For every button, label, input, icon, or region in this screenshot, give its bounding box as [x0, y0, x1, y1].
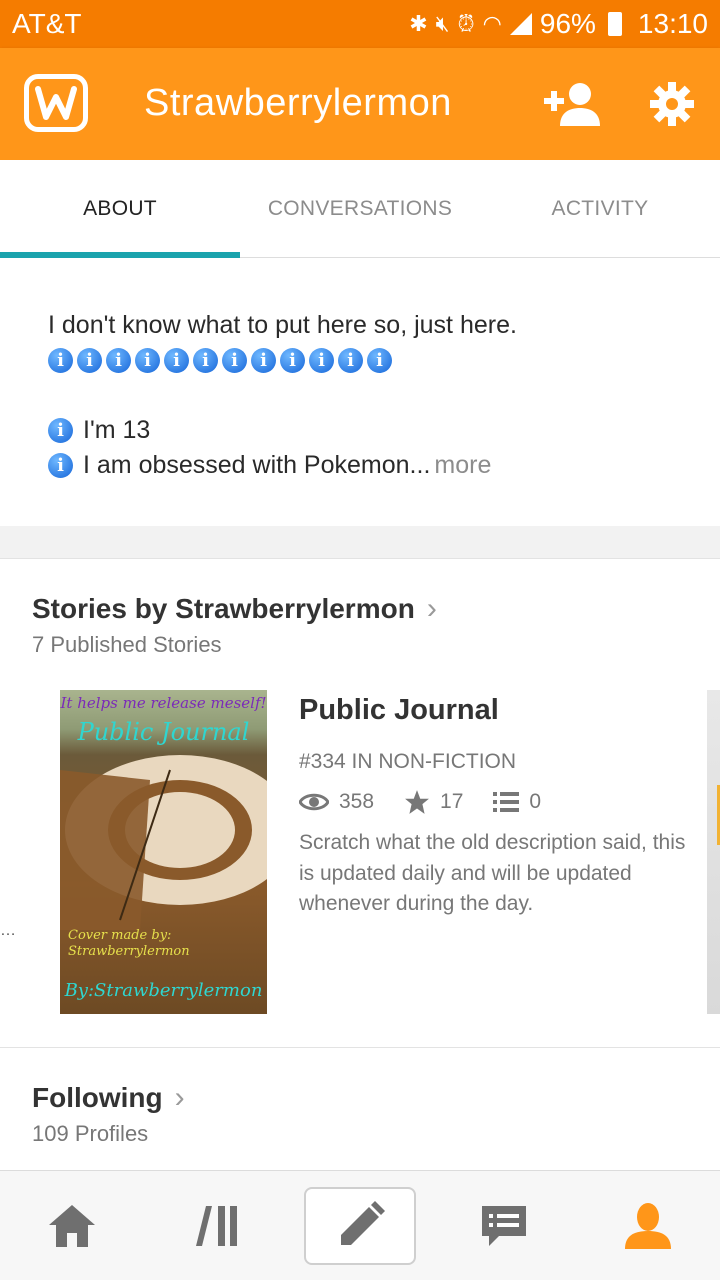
cover-tagline: It helps me release meself! — [60, 694, 267, 712]
tab-conversations[interactable]: CONVERSATIONS — [240, 160, 480, 258]
story-rank: #334 IN NON-FICTION — [299, 750, 517, 773]
nav-library[interactable] — [162, 1171, 272, 1280]
carrier-label: AT&T — [12, 8, 82, 39]
info-icon: i — [280, 348, 305, 373]
info-icon: i — [367, 348, 392, 373]
profile-tabs: ABOUT CONVERSATIONS ACTIVITY — [0, 160, 720, 258]
nav-messages[interactable] — [449, 1171, 559, 1280]
reads-count: 358 — [339, 790, 375, 813]
star-icon — [404, 789, 430, 815]
next-story-card[interactable] — [707, 690, 720, 1014]
tab-about[interactable]: ABOUT — [0, 160, 240, 258]
more-link[interactable]: more — [434, 448, 491, 483]
info-icon: i — [222, 348, 247, 373]
battery-icon — [607, 12, 622, 36]
gear-icon[interactable] — [650, 82, 694, 126]
app-bar: Strawberrylermon — [0, 48, 720, 160]
section-separator — [0, 526, 720, 559]
following-title: Following — [32, 1082, 163, 1113]
info-icon: i — [251, 348, 276, 373]
messages-icon — [482, 1206, 526, 1246]
pokeball-art-icon — [60, 755, 267, 930]
story-title[interactable]: Public Journal — [299, 694, 499, 727]
nav-home[interactable] — [17, 1171, 127, 1280]
wattpad-logo-icon[interactable] — [24, 74, 88, 132]
bluetooth-icon: ✱ — [409, 11, 428, 36]
info-icon: i — [48, 348, 73, 373]
stories-title: Stories by Strawberrylermon — [32, 593, 415, 624]
cover-author: By:Strawberrylermon — [64, 980, 263, 1001]
info-icon: i — [48, 418, 73, 443]
chevron-right-icon: › — [426, 592, 437, 625]
signal-icon — [509, 13, 532, 35]
cover-title: Public Journal — [77, 718, 250, 746]
info-emoji-row: i i i i i i i i i i i i — [48, 343, 672, 378]
votes-count: 17 — [440, 790, 464, 813]
mute-icon: 🔇︎ — [435, 11, 450, 36]
nav-profile[interactable] — [593, 1171, 703, 1280]
stories-header[interactable]: Stories by Strawberrylermon › — [32, 592, 437, 626]
status-bar: AT&T ✱ 🔇︎ ⏰︎ ◠ 96% 13:10 — [0, 0, 720, 48]
about-item-text: I am obsessed with Pokemon... — [83, 451, 431, 479]
profile-icon — [625, 1203, 671, 1249]
library-icon — [196, 1206, 237, 1246]
info-icon: i — [338, 348, 363, 373]
following-header[interactable]: Following › — [32, 1081, 185, 1115]
parts-count: 0 — [529, 790, 542, 813]
nav-write[interactable] — [304, 1187, 416, 1265]
cover-made-by: Cover made by: Strawberrylermon — [68, 928, 190, 959]
home-icon — [49, 1205, 95, 1247]
tab-activity[interactable]: ACTIVITY — [480, 160, 720, 258]
list-icon — [493, 791, 520, 813]
info-icon: i — [77, 348, 102, 373]
alarm-icon: ⏰︎ — [457, 11, 475, 36]
following-count: 109 Profiles — [32, 1121, 149, 1146]
about-section: I don't know what to put here so, just h… — [0, 258, 720, 526]
divider — [0, 1047, 720, 1048]
story-description: Scratch what the old description said, t… — [299, 831, 686, 915]
bottom-navigation — [0, 1170, 720, 1280]
write-icon — [341, 1201, 385, 1245]
wifi-icon: ◠ — [482, 11, 502, 36]
info-icon: i — [135, 348, 160, 373]
clock: 13:10 — [637, 8, 708, 39]
about-description: I don't know what to put here so, just h… — [48, 311, 517, 339]
stories-count: 7 Published Stories — [32, 632, 222, 657]
previous-card-hint: … — [0, 922, 16, 939]
eye-icon — [299, 792, 329, 812]
profile-username: Strawberrylermon — [144, 82, 452, 124]
battery-percent: 96% — [539, 8, 596, 39]
story-cover[interactable]: It helps me release meself! Public Journ… — [60, 690, 267, 1014]
add-person-icon[interactable] — [544, 82, 602, 126]
about-item-text: I'm 13 — [83, 416, 151, 444]
status-icons: ✱ 🔇︎ ⏰︎ ◠ 96% 13:10 — [409, 8, 708, 40]
info-icon: i — [106, 348, 131, 373]
info-icon: i — [48, 453, 73, 478]
info-icon: i — [309, 348, 334, 373]
info-icon: i — [193, 348, 218, 373]
story-stats: 358 17 0 — [299, 786, 571, 818]
info-icon: i — [164, 348, 189, 373]
chevron-right-icon: › — [174, 1081, 185, 1114]
about-item: i I'm 13 — [48, 413, 672, 448]
about-item: i I am obsessed with Pokemon... more — [48, 448, 672, 483]
